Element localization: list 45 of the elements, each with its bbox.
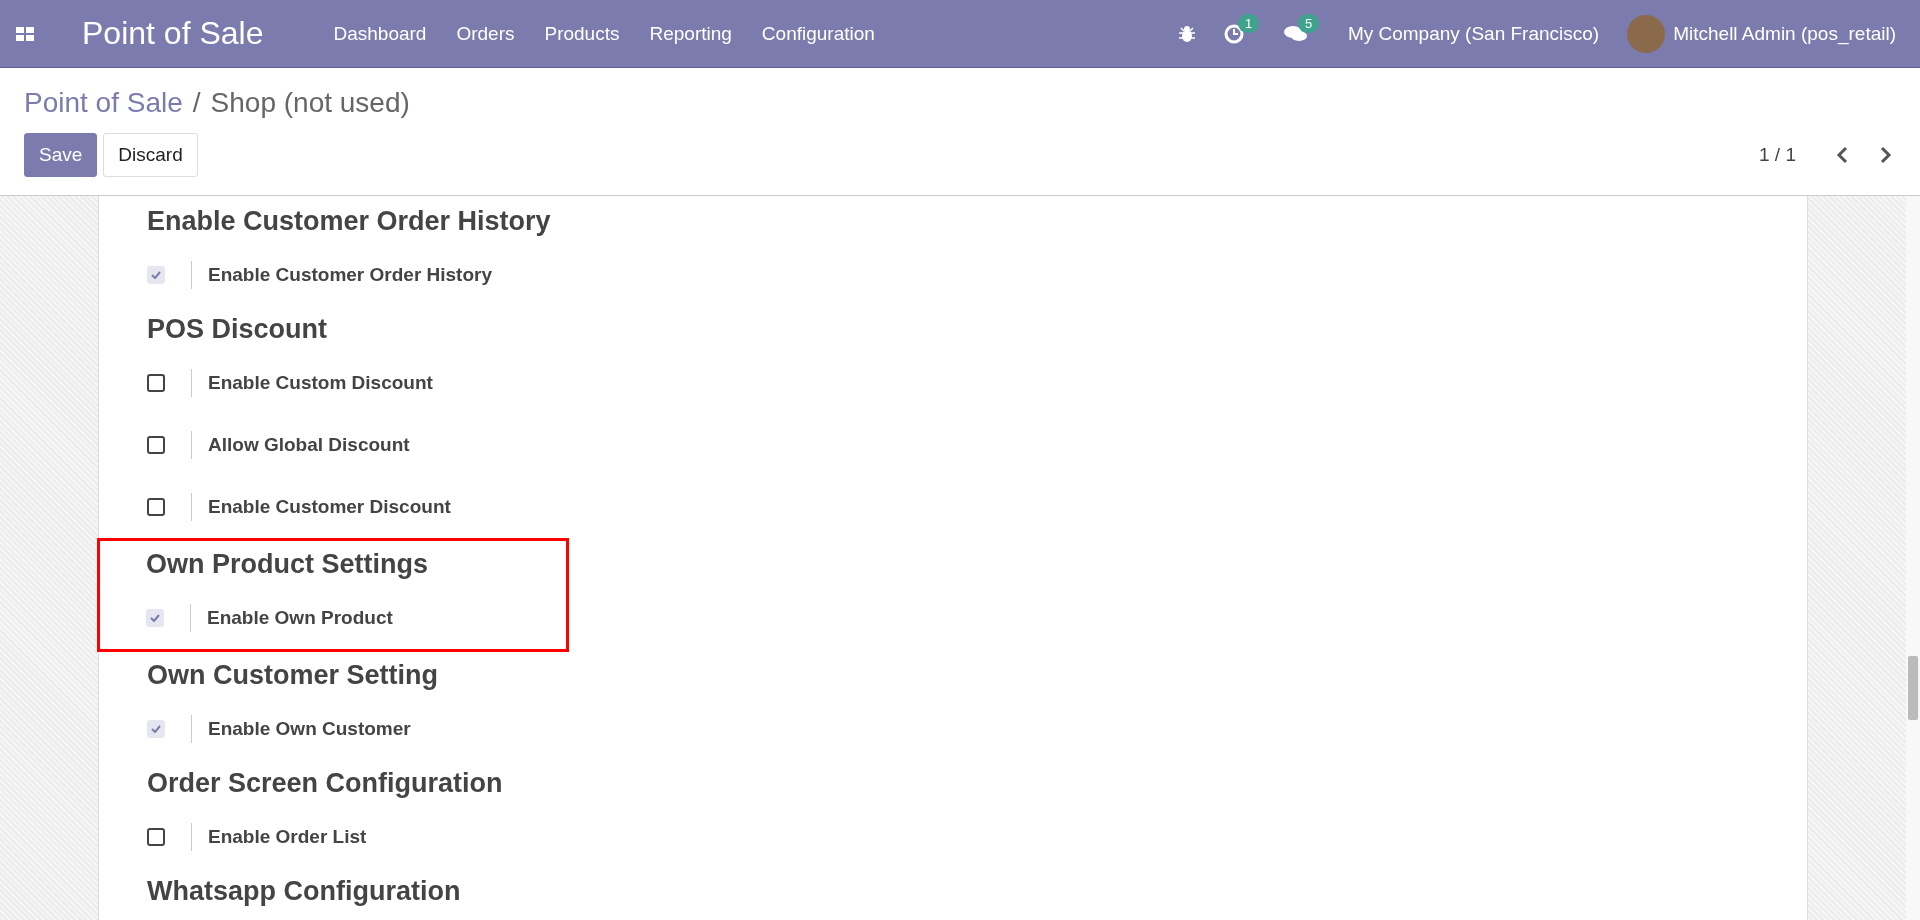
section-heading: Enable Customer Order History bbox=[147, 205, 552, 238]
checkbox[interactable] bbox=[146, 609, 164, 627]
clock-icon[interactable] bbox=[1223, 23, 1244, 44]
menu-item[interactable]: Dashboard bbox=[333, 22, 427, 45]
option-label: Enable Own Customer bbox=[208, 718, 411, 740]
menu-item[interactable]: Configuration bbox=[761, 22, 875, 45]
save-button[interactable]: Save bbox=[24, 132, 98, 177]
check-icon bbox=[150, 614, 160, 622]
breadcrumb-link[interactable]: Point of Sale bbox=[24, 86, 183, 119]
option-label: Enable Custom Discount bbox=[208, 372, 433, 394]
menu-item[interactable]: Orders bbox=[456, 22, 515, 45]
section-heading: Order Screen Configuration bbox=[147, 767, 504, 800]
activity-count-badge: 1 bbox=[1237, 13, 1260, 33]
check-icon bbox=[151, 725, 161, 733]
checkbox[interactable] bbox=[147, 720, 165, 738]
checkbox[interactable] bbox=[147, 498, 165, 516]
menu-item[interactable]: Products bbox=[544, 22, 620, 45]
apps-grid-icon[interactable] bbox=[16, 26, 34, 41]
checkbox[interactable] bbox=[147, 828, 165, 846]
chevron-right-icon bbox=[1880, 145, 1892, 164]
message-count-badge: 5 bbox=[1297, 13, 1320, 33]
scrollbar-thumb[interactable] bbox=[1908, 656, 1918, 720]
option-label: Enable Own Product bbox=[207, 607, 393, 629]
option-label: Allow Global Discount bbox=[208, 434, 410, 456]
breadcrumb-separator: / bbox=[192, 86, 201, 119]
option-label: Enable Customer Order History bbox=[208, 264, 493, 286]
company-switcher[interactable]: My Company (San Francisco) bbox=[1347, 22, 1600, 45]
section-heading: POS Discount bbox=[147, 313, 329, 346]
check-icon bbox=[151, 271, 161, 279]
bug-icon[interactable] bbox=[1177, 24, 1196, 43]
section-heading: Own Product Settings bbox=[146, 548, 429, 581]
checkbox[interactable] bbox=[147, 374, 165, 392]
discard-button[interactable]: Discard bbox=[103, 132, 198, 177]
section-heading: Whatsapp Configuration bbox=[147, 875, 462, 908]
checkbox[interactable] bbox=[147, 436, 165, 454]
pager-counter: 1 / 1 bbox=[1759, 143, 1796, 166]
menu-item[interactable]: Reporting bbox=[649, 22, 732, 45]
chevron-left-icon bbox=[1836, 145, 1848, 164]
option-label: Enable Customer Discount bbox=[208, 496, 451, 518]
user-menu[interactable]: Mitchell Admin (pos_retail) bbox=[1673, 22, 1896, 45]
section-heading: Own Customer Setting bbox=[147, 659, 439, 692]
checkbox[interactable] bbox=[147, 266, 165, 284]
breadcrumb-current: Shop (not used) bbox=[210, 86, 410, 119]
option-label: Enable Order List bbox=[208, 826, 367, 848]
app-title: Point of Sale bbox=[82, 15, 264, 52]
